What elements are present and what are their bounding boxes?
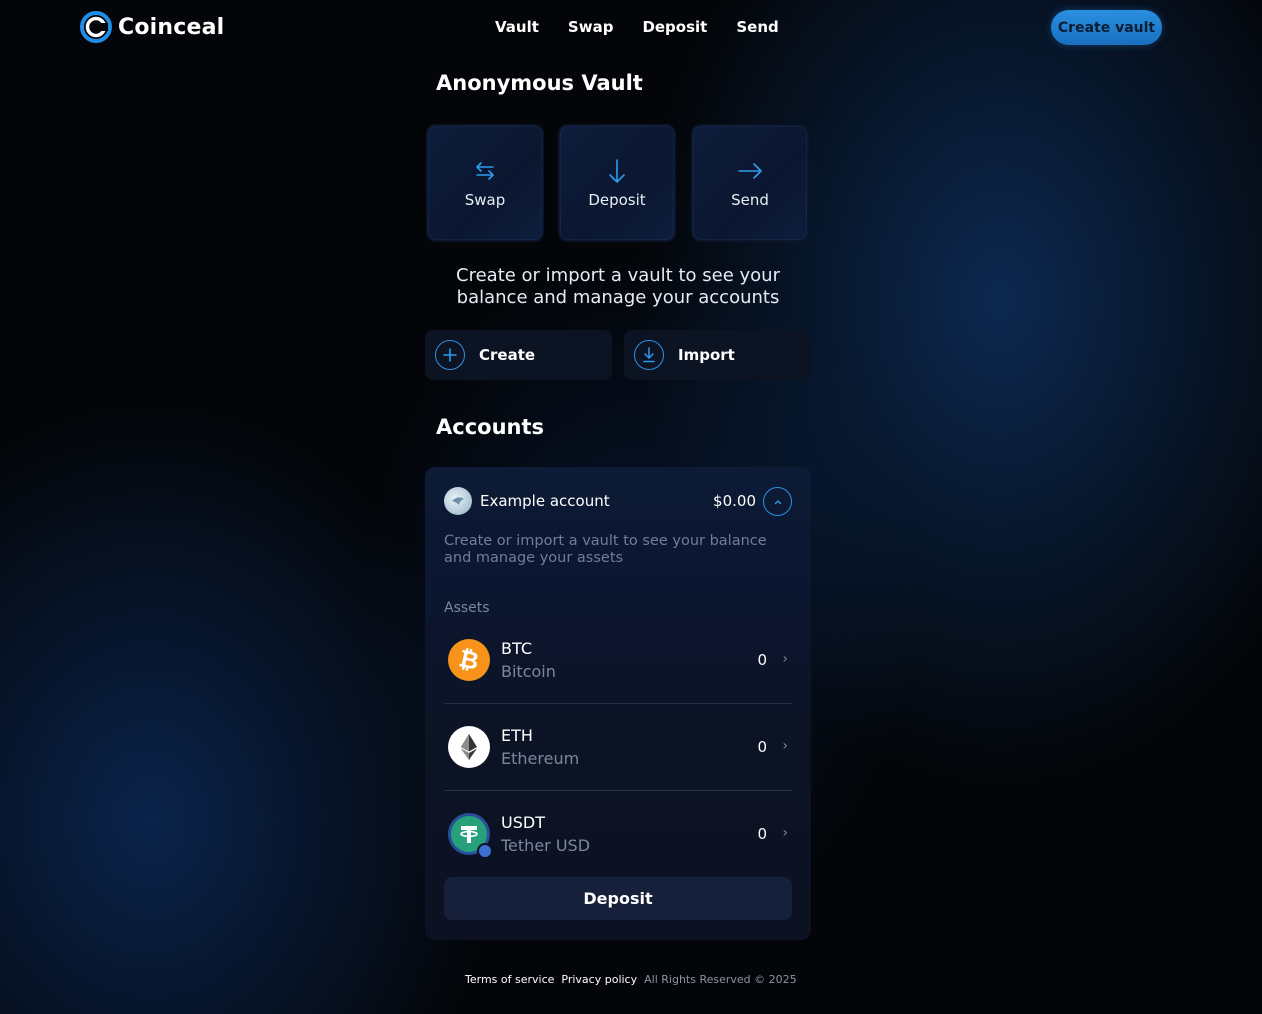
chevron-right-icon: › — [782, 825, 788, 841]
import-download-icon — [634, 340, 664, 370]
account-balance: $0.00 — [713, 492, 756, 510]
create-button[interactable]: Create — [425, 330, 612, 380]
chevron-right-icon: › — [782, 738, 788, 754]
swap-tile[interactable]: Swap — [426, 124, 544, 242]
copyright-text: All Rights Reserved © 2025 — [644, 973, 797, 986]
nav-deposit[interactable]: Deposit — [642, 18, 707, 36]
send-tile[interactable]: Send — [691, 124, 809, 242]
asset-row-usdt[interactable]: USDT Tether USD 0 › — [444, 791, 792, 871]
account-avatar — [444, 487, 472, 515]
bitcoin-icon: ₿ — [448, 639, 490, 681]
asset-name: Tether USD — [501, 836, 591, 855]
privacy-link[interactable]: Privacy policy — [561, 973, 637, 986]
main-nav: Vault Swap Deposit Send — [495, 18, 779, 36]
footer: Terms of service Privacy policy All Righ… — [465, 973, 797, 986]
swap-icon — [476, 162, 494, 180]
vault-title: Anonymous Vault — [436, 71, 643, 95]
coinceal-logo-icon — [80, 11, 112, 43]
create-vault-button[interactable]: Create vault — [1051, 10, 1162, 45]
accounts-title: Accounts — [436, 415, 545, 439]
asset-amount: 0 — [757, 651, 767, 669]
swap-tile-label: Swap — [464, 191, 506, 209]
brand-logo[interactable]: Coinceal — [80, 11, 224, 43]
import-button-label: Import — [678, 346, 735, 364]
deposit-tile[interactable]: Deposit — [558, 124, 676, 242]
send-tile-label: Send — [731, 191, 769, 209]
vault-info-text: Create or import a vault to see your bal… — [456, 265, 780, 308]
collapse-button[interactable] — [763, 487, 792, 516]
asset-amount: 0 — [757, 825, 767, 843]
arrow-down-icon — [609, 159, 625, 183]
asset-row-eth[interactable]: ETH Ethereum 0 › — [444, 704, 792, 791]
deposit-tile-label: Deposit — [588, 191, 646, 209]
account-note: Create or import a vault to see your bal… — [444, 533, 767, 566]
asset-symbol: ETH — [501, 726, 533, 745]
arrow-right-icon — [738, 163, 762, 179]
ethereum-icon — [448, 726, 490, 768]
create-button-label: Create — [479, 346, 536, 364]
asset-name: Bitcoin — [501, 662, 556, 681]
brand-name: Coinceal — [118, 14, 225, 40]
chevron-right-icon: › — [782, 651, 788, 667]
asset-symbol: BTC — [501, 639, 532, 658]
asset-row-btc[interactable]: ₿ BTC Bitcoin 0 › — [444, 617, 792, 704]
network-badge-icon — [477, 843, 493, 859]
account-name: Example account — [480, 492, 610, 510]
nav-swap[interactable]: Swap — [568, 18, 614, 36]
plus-icon — [435, 340, 465, 370]
assets-label: Assets — [444, 600, 490, 616]
account-card: Example account $0.00 Create or import a… — [425, 467, 811, 940]
account-header: Example account — [444, 487, 610, 515]
asset-amount: 0 — [757, 738, 767, 756]
asset-name: Ethereum — [501, 749, 580, 768]
import-button[interactable]: Import — [624, 330, 811, 380]
asset-symbol: USDT — [501, 813, 545, 832]
deposit-button[interactable]: Deposit — [444, 877, 792, 920]
nav-send[interactable]: Send — [736, 18, 778, 36]
chevron-up-icon — [774, 499, 781, 504]
nav-vault[interactable]: Vault — [495, 18, 539, 36]
terms-link[interactable]: Terms of service — [465, 973, 554, 986]
